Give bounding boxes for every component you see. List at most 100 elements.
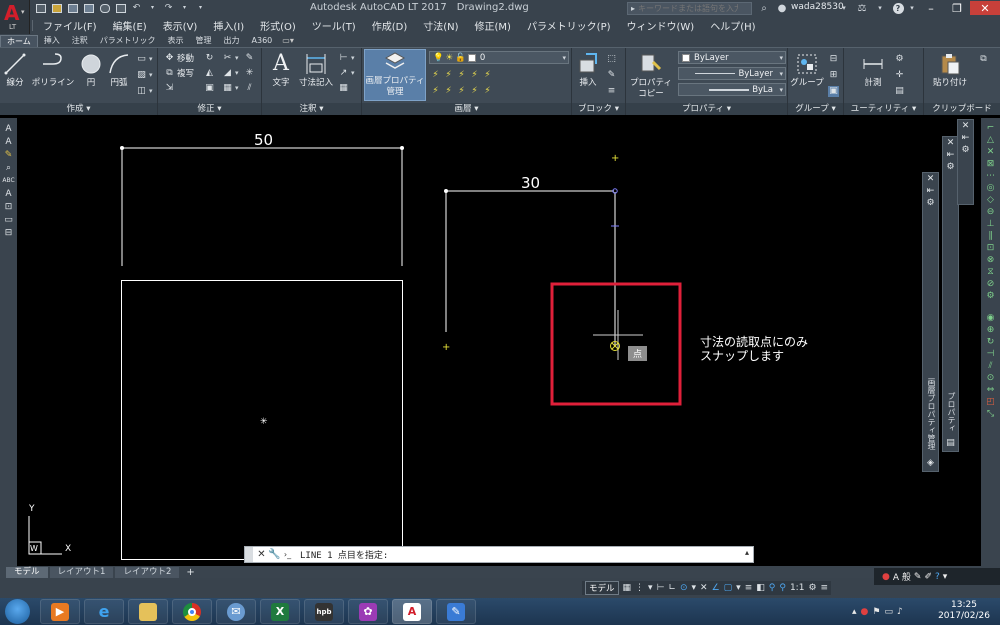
chrome-app[interactable] xyxy=(172,599,212,624)
application-menu-button[interactable]: A ▾ LT xyxy=(0,0,30,34)
menu-file[interactable]: ファイル(F) xyxy=(35,18,105,33)
lineweight-icon[interactable]: ≡ xyxy=(745,583,753,593)
menu-dimension[interactable]: 寸法(N) xyxy=(415,18,466,33)
menu-edit[interactable]: 編集(E) xyxy=(105,18,155,33)
ime-tool-icon[interactable]: ✎ xyxy=(914,572,922,582)
excel-app[interactable]: X xyxy=(260,599,300,624)
trim-tool[interactable]: ✂ ▾ xyxy=(222,51,239,65)
panel-groups-title[interactable]: グループ ▾ xyxy=(788,103,843,115)
osnap-icon[interactable]: ▢ xyxy=(724,583,733,593)
command-settings-icon[interactable]: 🔧 xyxy=(268,549,281,560)
text-convert-icon[interactable]: ⊟ xyxy=(0,226,17,239)
find-text-icon[interactable]: ⌕ xyxy=(0,161,17,174)
insert-block-button[interactable]: 挿入 xyxy=(575,52,601,89)
snap-icon[interactable]: ⋮ xyxy=(635,583,644,593)
customize-qat-icon[interactable]: ▾ xyxy=(194,2,207,14)
layer-tool-icon[interactable]: ⚡ xyxy=(456,70,467,81)
hpb-app[interactable]: hpb xyxy=(304,599,344,624)
array-dropdown-icon[interactable]: ▾ xyxy=(235,84,239,92)
help-icon[interactable]: ? xyxy=(892,2,904,14)
osnap-tracking-icon[interactable]: ∠ xyxy=(712,583,720,593)
layer-tool-icon[interactable]: ⚡ xyxy=(430,86,441,97)
infer-icon[interactable]: ⊢ xyxy=(657,583,665,593)
polyline-button[interactable]: ポリライン xyxy=(31,52,75,89)
annotation-visibility-icon[interactable]: ⚲ xyxy=(769,583,776,593)
exchange-icon[interactable]: ⚖ xyxy=(856,2,868,14)
snap-extra-icon[interactable]: ↻ xyxy=(981,336,1000,348)
panel-utilities-title[interactable]: ユーティリティ ▾ xyxy=(844,103,923,115)
tray-expand-icon[interactable]: ▴ xyxy=(852,607,857,617)
ortho-icon[interactable]: ∟ xyxy=(668,583,676,593)
user-icon[interactable]: ● xyxy=(776,2,788,14)
offset-tool[interactable]: ⫽ xyxy=(244,81,255,95)
snap-endpoint-icon[interactable]: ⌐ xyxy=(981,122,1000,134)
attribute-tool[interactable]: ≡ xyxy=(606,84,617,98)
dimension-button[interactable]: 寸法記入 xyxy=(298,52,334,89)
color-dropdown[interactable]: ByLayer ▾ xyxy=(678,51,786,64)
trim-dropdown-icon[interactable]: ▾ xyxy=(235,54,239,62)
binoculars-icon[interactable]: ⌕ xyxy=(758,2,770,14)
ime-dropdown-icon[interactable]: ▾ xyxy=(943,572,948,582)
palette-layer-icon[interactable]: ◈ xyxy=(923,457,938,469)
search-input[interactable] xyxy=(638,4,739,13)
snap-intersection-icon[interactable]: ✕ xyxy=(981,146,1000,158)
search-expand-icon[interactable]: ▸ xyxy=(631,4,635,13)
snap-node-icon[interactable]: ⊗ xyxy=(981,254,1000,266)
palette-label-properties[interactable]: プロパティ xyxy=(946,392,957,432)
minimize-button[interactable]: – xyxy=(918,1,944,15)
circle-button[interactable]: 円 xyxy=(79,52,103,89)
palette-label-layers[interactable]: 画層プロパティ管理 xyxy=(926,378,937,450)
status-dropdown-icon[interactable]: ▾ xyxy=(736,583,741,593)
measure-button[interactable]: 計測 xyxy=(858,52,888,89)
mirror-tool[interactable]: ◭ xyxy=(204,66,215,80)
redo-dropdown-icon[interactable]: ▾ xyxy=(178,2,191,14)
exchange-dropdown-icon[interactable]: ▾ xyxy=(874,2,886,14)
status-dropdown-icon[interactable]: ▾ xyxy=(648,583,653,593)
search-box[interactable]: ▸ xyxy=(627,2,752,15)
palette-close-icon[interactable]: ✕ xyxy=(923,173,938,185)
panel-block-title[interactable]: ブロック ▾ xyxy=(572,103,625,115)
menu-window[interactable]: ウィンドウ(W) xyxy=(619,18,703,33)
ungroup-tool[interactable]: ⊟ xyxy=(828,52,839,66)
tray-display-icon[interactable]: ▭ xyxy=(884,607,893,617)
menu-modify[interactable]: 修正(M) xyxy=(467,18,519,33)
layer-tool-icon[interactable]: ⚡ xyxy=(469,70,480,81)
text-style-icon[interactable]: A xyxy=(0,122,17,135)
snap-extra-icon[interactable]: ⊙ xyxy=(981,372,1000,384)
media-player-app[interactable]: ▶ xyxy=(40,599,80,624)
group-button[interactable]: グループ xyxy=(790,52,824,89)
panel-clipboard-title[interactable]: クリップボード xyxy=(924,103,1000,115)
layer-tool-icon[interactable]: ⚡ xyxy=(443,86,454,97)
tab-output[interactable]: 出力 xyxy=(218,35,246,47)
palette-settings-icon[interactable]: ⚙ xyxy=(958,144,973,156)
group-select-tool[interactable]: ▣ xyxy=(828,84,839,98)
layer-dropdown[interactable]: 💡 ☀ 🔓 0 ▾ xyxy=(429,51,569,64)
palette-autohide-icon[interactable]: ⇤ xyxy=(943,149,958,161)
menu-insert[interactable]: 挿入(I) xyxy=(205,18,252,33)
rectangle-dropdown-icon[interactable]: ▾ xyxy=(149,55,153,63)
customize-icon[interactable]: ≡ xyxy=(821,583,829,593)
tray-volume-icon[interactable]: ♪ xyxy=(897,607,903,617)
text-button[interactable]: A 文字 xyxy=(268,52,294,89)
palette-autohide-icon[interactable]: ⇤ xyxy=(923,185,938,197)
tray-antivirus-icon[interactable]: ● xyxy=(861,607,869,617)
new-icon[interactable] xyxy=(34,2,47,14)
explode-tool[interactable]: ✳ xyxy=(244,66,255,80)
help-dropdown-icon[interactable]: ▾ xyxy=(906,2,918,14)
hatch-tool[interactable]: ▨ ▾ xyxy=(136,68,152,82)
redo-icon[interactable]: ↷ xyxy=(162,2,175,14)
transparency-icon[interactable]: ◧ xyxy=(756,583,765,593)
fillet-dropdown-icon[interactable]: ▾ xyxy=(235,69,239,77)
snap-center-icon[interactable]: ◎ xyxy=(981,182,1000,194)
explorer-app[interactable] xyxy=(128,599,168,624)
maximize-button[interactable]: ❐ xyxy=(944,1,970,15)
tab-annotate[interactable]: 注釈 xyxy=(66,35,94,47)
mail-app[interactable]: ✉ xyxy=(216,599,256,624)
menu-parametric[interactable]: パラメトリック(P) xyxy=(519,18,619,33)
tab-layout1[interactable]: レイアウト1 xyxy=(49,567,114,578)
justify-text-icon[interactable]: ⊡ xyxy=(0,200,17,213)
linear-dim-dropdown-icon[interactable]: ▾ xyxy=(351,54,355,62)
snap-tangent-icon[interactable]: ⊖ xyxy=(981,206,1000,218)
snap-extra-icon[interactable]: ⤡ xyxy=(981,408,1000,420)
quick-select-tool[interactable]: ⚙ xyxy=(894,52,905,66)
